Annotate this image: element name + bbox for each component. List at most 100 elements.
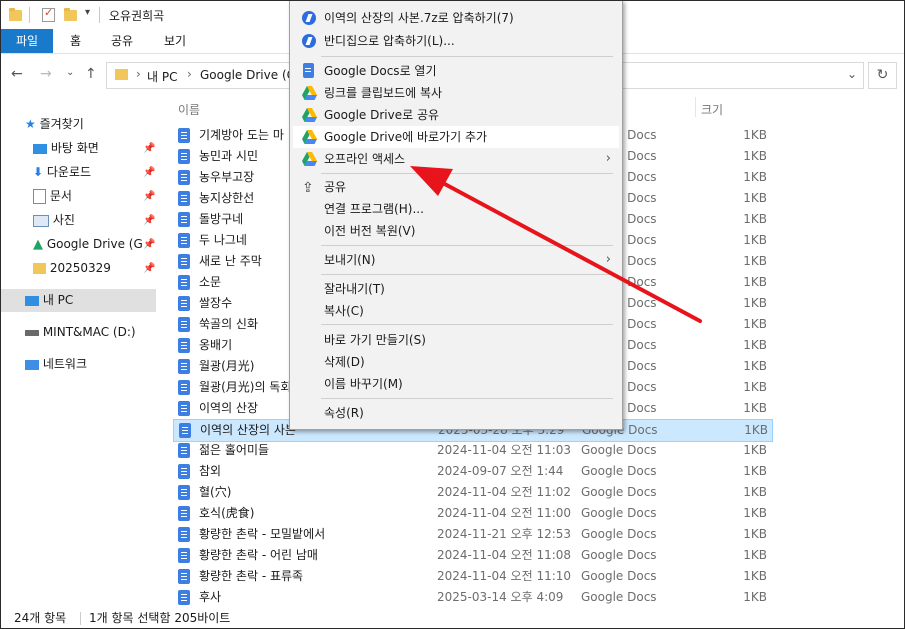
column-header-size[interactable]: 크기: [701, 101, 723, 118]
file-date: 2025-03-14 오후 4:09: [437, 590, 564, 604]
address-dropdown-icon[interactable]: ⌄: [847, 67, 857, 81]
menu-item-properties[interactable]: 속성(R): [293, 402, 619, 424]
google-docs-icon: [178, 296, 190, 311]
sidebar-item-documents[interactable]: 문서: [33, 185, 72, 207]
file-size: 1KB: [743, 485, 767, 499]
status-bar: 24개 항목 1개 항목 선택함 205바이트: [1, 609, 904, 628]
tab-home[interactable]: 홈: [70, 29, 81, 53]
menu-item-cut[interactable]: 잘라내기(T): [293, 278, 619, 300]
menu-item-rename[interactable]: 이름 바꾸기(M): [293, 373, 619, 395]
sidebar-item-downloads[interactable]: ⬇ 다운로드: [33, 161, 91, 183]
refresh-icon[interactable]: ↻: [868, 62, 897, 89]
breadcrumb-google-drive[interactable]: Google Drive (G:: [200, 68, 300, 82]
menu-item-add-shortcut[interactable]: Google Drive에 바로가기 추가: [293, 126, 619, 148]
file-size: 1KB: [743, 548, 767, 562]
recent-dropdown-icon[interactable]: ⌄: [66, 67, 74, 78]
tab-view[interactable]: 보기: [164, 29, 186, 53]
file-name: 돌방구네: [199, 212, 244, 226]
file-row[interactable]: 황량한 촌락 - 모밀밭에서 2024-11-21 오후 12:53 Google …: [173, 524, 771, 545]
google-docs-icon: [178, 170, 190, 185]
file-size: 1KB: [743, 149, 767, 163]
forward-arrow-icon[interactable]: →: [40, 66, 52, 82]
google-docs-icon: [178, 506, 190, 521]
bandizip-icon: [302, 34, 316, 48]
tab-file[interactable]: 파일: [1, 29, 53, 53]
file-row[interactable]: 젊은 홀어미들 2024-11-04 오전 11:03 Google Docs 1KB: [173, 440, 771, 461]
google-docs-icon: [178, 380, 190, 395]
menu-separator: [321, 245, 613, 246]
file-name: 참외: [199, 464, 222, 478]
file-size: 1KB: [743, 128, 767, 142]
menu-item-compress-bandizip[interactable]: 반디집으로 압축하기(L)...: [293, 30, 619, 52]
properties-check-icon[interactable]: [42, 6, 55, 22]
google-docs-icon: [178, 233, 190, 248]
menu-separator: [321, 173, 613, 174]
menu-item-delete[interactable]: 삭제(D): [293, 351, 619, 373]
pin-icon: 📌: [143, 215, 156, 226]
sidebar-item-google-drive[interactable]: ▲ Google Drive (G: [33, 233, 143, 255]
file-type: Google Docs: [581, 569, 657, 583]
file-row[interactable]: 호식(虎食) 2024-11-04 오전 11:00 Google Docs 1KB: [173, 503, 771, 524]
desktop-icon: [33, 143, 47, 154]
computer-icon: [25, 295, 39, 306]
pin-icon: 📌: [143, 191, 156, 202]
sidebar-quick-access[interactable]: ★ 즐겨찾기: [25, 113, 84, 135]
menu-item-compress-7z[interactable]: 이역의 산장의 사본.7z로 압축하기(7): [293, 7, 619, 29]
file-type: Google Docs: [581, 527, 657, 541]
network-icon: [25, 359, 39, 370]
file-name: 이역의 산장: [199, 401, 259, 415]
breadcrumb-this-pc[interactable]: 내 PC: [147, 68, 177, 85]
sidebar-item-drive-d[interactable]: MINT&MAC (D:): [25, 321, 136, 343]
file-type: Google Docs: [581, 485, 657, 499]
menu-item-share[interactable]: ⇪ 공유: [293, 176, 619, 198]
up-arrow-icon[interactable]: ↑: [85, 66, 97, 82]
file-name: 호식(虎食): [199, 506, 255, 520]
menu-item-offline-access[interactable]: 오프라인 액세스 ›: [293, 148, 619, 170]
sidebar-item-network[interactable]: 네트워크: [25, 353, 87, 375]
google-docs-icon: [178, 254, 190, 269]
google-docs-icon: [179, 423, 191, 438]
sidebar-item-desktop[interactable]: 바탕 화면: [33, 137, 99, 159]
menu-item-copy-link[interactable]: 링크를 클립보드에 복사: [293, 82, 619, 104]
menu-item-open-with[interactable]: 연결 프로그램(H)...: [293, 198, 619, 220]
menu-item-send-to[interactable]: 보내기(N) ›: [293, 249, 619, 271]
new-folder-icon[interactable]: [64, 8, 77, 21]
file-size: 1KB: [743, 170, 767, 184]
back-arrow-icon[interactable]: ←: [11, 66, 23, 82]
menu-item-copy[interactable]: 복사(C): [293, 300, 619, 322]
file-date: 2024-11-04 오전 11:10: [437, 569, 572, 583]
google-docs-icon: [178, 401, 190, 416]
separator: [29, 7, 30, 23]
menu-item-open-docs[interactable]: Google Docs로 열기: [293, 60, 619, 82]
google-drive-icon: [302, 86, 317, 100]
google-drive-icon: ▲: [33, 237, 43, 252]
file-name: 후사: [199, 590, 222, 604]
quick-access-dropdown-icon[interactable]: ▾: [85, 7, 90, 18]
submenu-chevron-icon: ›: [605, 151, 611, 166]
file-row[interactable]: 혈(穴) 2024-11-04 오전 11:02 Google Docs 1KB: [173, 482, 771, 503]
file-type: Google Docs: [581, 443, 657, 457]
google-docs-icon: [178, 569, 190, 584]
google-drive-icon: [302, 108, 317, 122]
sidebar-item-pictures[interactable]: 사진: [33, 209, 75, 231]
column-header-name[interactable]: 이름: [178, 101, 200, 118]
file-row[interactable]: 황량한 촌락 - 표류족 2024-11-04 오전 11:10 Google Do…: [173, 566, 771, 587]
menu-item-share-drive[interactable]: Google Drive로 공유: [293, 104, 619, 126]
file-row[interactable]: 참외 2024-09-07 오전 1:44 Google Docs 1KB: [173, 461, 771, 482]
file-name: 황량한 촌락 - 표류족: [199, 569, 304, 583]
file-row[interactable]: 황량한 촌락 - 어린 남매 2024-11-04 오전 11:08 Google …: [173, 545, 771, 566]
menu-item-restore-versions[interactable]: 이전 버전 복원(V): [293, 220, 619, 242]
sidebar-item-this-pc[interactable]: 내 PC: [25, 289, 73, 311]
file-name: 농지상한선: [199, 191, 255, 205]
file-row[interactable]: 후사 2025-03-14 오후 4:09 Google Docs 1KB: [173, 587, 771, 608]
column-divider: [695, 97, 696, 117]
file-size: 1KB: [743, 359, 767, 373]
tab-share[interactable]: 공유: [111, 29, 133, 53]
share-icon: ⇪: [302, 180, 314, 196]
context-menu: 이역의 산장의 사본.7z로 압축하기(7) 반디집으로 압축하기(L)... …: [289, 1, 623, 430]
menu-item-create-shortcut[interactable]: 바로 가기 만들기(S): [293, 329, 619, 351]
google-docs-icon: [303, 63, 314, 78]
sidebar-item-20250329[interactable]: 20250329: [33, 257, 111, 279]
document-icon: [33, 189, 46, 204]
file-name: 이역의 산장의 사본: [200, 423, 296, 437]
